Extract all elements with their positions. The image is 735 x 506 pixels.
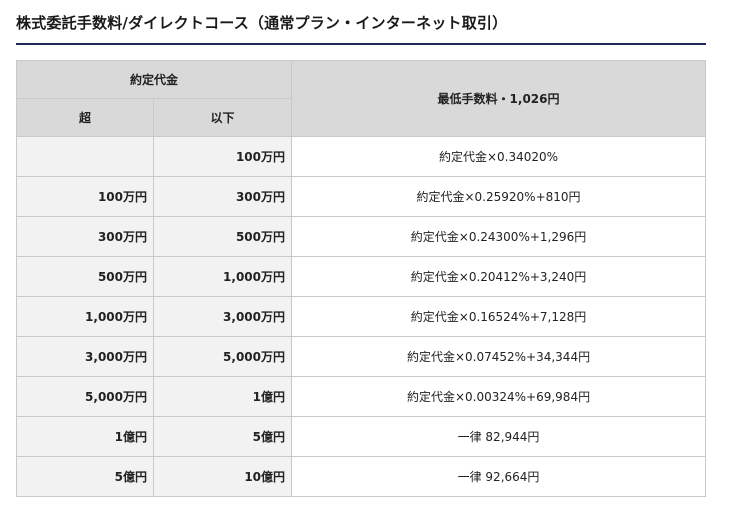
range-over-cell: 1,000万円: [16, 296, 154, 337]
fee-cell: 約定代金×0.00324%+69,984円: [291, 376, 707, 417]
header-trade-amount: 約定代金: [15, 60, 293, 99]
range-over-cell: 5,000万円: [16, 376, 154, 417]
range-under-cell: 1億円: [152, 376, 293, 417]
fee-cell: 一律 92,664円: [291, 456, 707, 497]
fee-cell: 約定代金×0.34020%: [291, 136, 707, 177]
fee-cell: 約定代金×0.25920%+810円: [291, 176, 707, 217]
header-over: 超: [16, 98, 154, 137]
range-over-cell: 500万円: [16, 256, 154, 297]
range-under-cell: 1,000万円: [152, 256, 293, 297]
table-row: 100万円 約定代金×0.34020%: [16, 136, 707, 177]
range-over-cell: [16, 136, 154, 177]
range-under-cell: 5,000万円: [152, 336, 293, 377]
range-over-cell: 300万円: [16, 216, 154, 257]
range-under-cell: 3,000万円: [152, 296, 293, 337]
title-underline: [16, 43, 706, 45]
table-row: 5億円 10億円 一律 92,664円: [16, 456, 707, 497]
table-row: 1億円 5億円 一律 82,944円: [16, 416, 707, 457]
range-over-cell: 3,000万円: [16, 336, 154, 377]
page-title: 株式委託手数料/ダイレクトコース（通常プラン・インターネット取引）: [16, 14, 508, 32]
range-over-cell: 5億円: [16, 456, 154, 497]
header-under: 以下: [152, 98, 293, 137]
range-over-cell: 1億円: [16, 416, 154, 457]
table-row: 500万円 1,000万円 約定代金×0.20412%+3,240円: [16, 256, 707, 297]
fee-cell: 約定代金×0.20412%+3,240円: [291, 256, 707, 297]
table-row: 100万円 300万円 約定代金×0.25920%+810円: [16, 176, 707, 217]
table-row: 300万円 500万円 約定代金×0.24300%+1,296円: [16, 216, 707, 257]
table-row: 3,000万円 5,000万円 約定代金×0.07452%+34,344円: [16, 336, 707, 377]
header-min-fee: 最低手数料・1,026円: [291, 60, 707, 137]
range-under-cell: 500万円: [152, 216, 293, 257]
range-over-cell: 100万円: [16, 176, 154, 217]
table-row: 5,000万円 1億円 約定代金×0.00324%+69,984円: [16, 376, 707, 417]
fee-cell: 約定代金×0.16524%+7,128円: [291, 296, 707, 337]
table-header-row: 約定代金 最低手数料・1,026円: [15, 60, 707, 137]
range-under-cell: 100万円: [152, 136, 293, 177]
fee-cell: 約定代金×0.07452%+34,344円: [291, 336, 707, 377]
fee-table: 約定代金 最低手数料・1,026円 超 以下 100万円 約定代金×0.3402…: [15, 60, 707, 497]
table-row: 1,000万円 3,000万円 約定代金×0.16524%+7,128円: [16, 296, 707, 337]
fee-cell: 一律 82,944円: [291, 416, 707, 457]
range-under-cell: 5億円: [152, 416, 293, 457]
range-under-cell: 10億円: [152, 456, 293, 497]
fee-cell: 約定代金×0.24300%+1,296円: [291, 216, 707, 257]
range-under-cell: 300万円: [152, 176, 293, 217]
